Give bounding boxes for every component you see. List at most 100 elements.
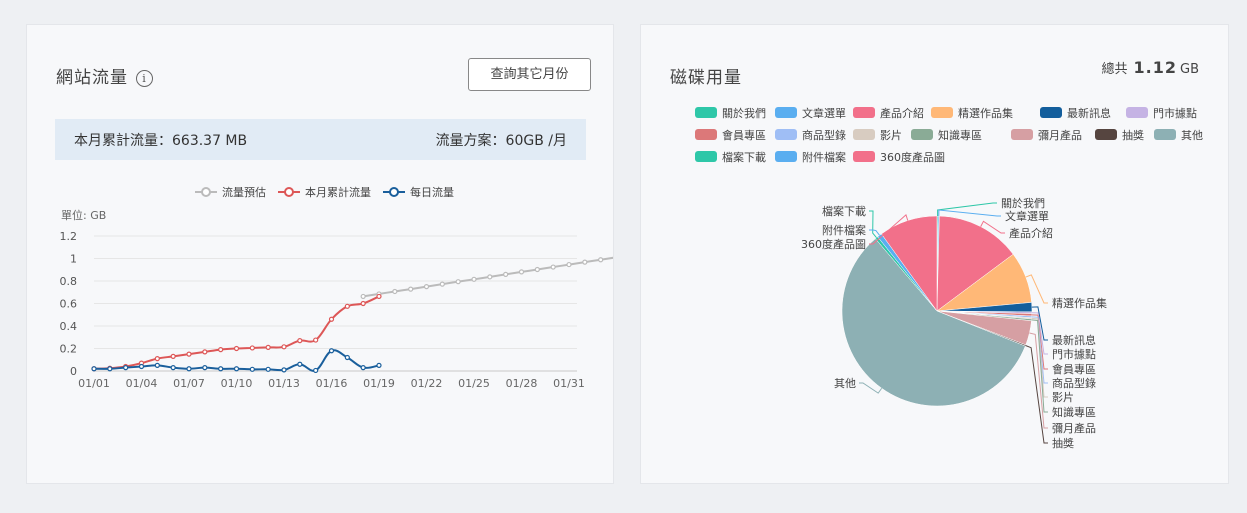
data-point[interactable] [376,362,382,368]
data-point[interactable] [360,300,366,307]
query-other-months-button[interactable]: 查詢其它月份 [468,58,591,91]
legend-text: 文章選單 [802,107,846,120]
data-point[interactable] [170,353,176,359]
data-point[interactable] [503,271,509,277]
unit-label: 單位: GB [61,208,106,222]
data-point[interactable] [233,345,240,352]
x-tick-label: 01/28 [506,377,538,390]
data-point[interactable] [455,279,461,285]
pie-legend-item[interactable]: 抽獎 [1095,127,1144,143]
pie-label[interactable]: 抽獎 [1052,436,1074,450]
data-point[interactable] [249,366,255,372]
data-point[interactable] [91,366,97,372]
pie-label[interactable]: 檔案下載 [822,204,866,218]
data-point[interactable] [313,337,319,343]
data-point[interactable] [202,349,208,355]
data-point[interactable] [265,344,271,350]
pie-legend-item[interactable]: 會員專區 [695,127,766,143]
data-point[interactable] [550,264,556,270]
pie-label[interactable]: 門市據點 [1052,347,1096,361]
data-point[interactable] [297,338,303,344]
data-point[interactable] [598,257,604,263]
data-point[interactable] [107,366,113,372]
data-point[interactable] [408,286,414,292]
data-point[interactable] [328,348,335,354]
pie-legend-item[interactable]: 其他 [1154,127,1203,143]
data-point[interactable] [313,367,319,374]
pie-legend-item[interactable]: 最新訊息 [1040,105,1111,121]
pie-legend-item[interactable]: 彌月產品 [1011,127,1082,143]
data-point[interactable] [123,365,129,371]
pie-legend-item[interactable]: 附件檔案 [775,149,846,165]
legend-label-0[interactable]: 流量預估 [222,185,266,199]
pie-label[interactable]: 最新訊息 [1052,333,1096,347]
data-point[interactable] [360,365,366,371]
pie-label[interactable]: 附件檔案 [822,223,866,237]
data-point[interactable] [170,365,176,371]
data-point[interactable] [186,351,192,357]
data-point[interactable] [518,269,525,275]
pie-label[interactable]: 其他 [834,377,856,390]
data-point[interactable] [439,281,445,287]
data-point[interactable] [423,284,430,290]
data-point[interactable] [566,261,572,268]
legend-text: 附件檔案 [802,151,846,164]
data-point[interactable] [138,363,145,370]
pie-label[interactable]: 精選作品集 [1052,296,1107,310]
data-point[interactable] [360,293,366,300]
pie-label[interactable]: 影片 [1052,391,1074,404]
legend-label-1[interactable]: 本月累計流量 [305,185,371,199]
info-icon[interactable]: i [136,70,153,87]
data-point[interactable] [344,354,350,361]
legend-label-2[interactable]: 每日流量 [410,185,454,199]
pie-label[interactable]: 關於我們 [1001,196,1045,210]
pie-legend-item[interactable]: 文章選單 [775,105,846,121]
pie-label[interactable]: 彌月產品 [1052,421,1096,435]
data-point[interactable] [249,345,255,351]
data-point[interactable] [376,293,382,300]
data-point[interactable] [265,366,271,372]
data-point[interactable] [154,356,160,362]
data-point[interactable] [281,344,287,350]
pie-label-line [1029,332,1048,429]
pie-legend-item[interactable]: 產品介紹 [853,105,924,121]
pie-legend-item[interactable]: 精選作品集 [931,105,1013,121]
pie-legend-item[interactable]: 360度產品圖 [853,149,945,165]
data-point[interactable] [534,266,540,273]
y-tick-label: 0 [70,365,77,378]
data-point[interactable] [582,259,588,265]
data-point[interactable] [218,366,224,372]
legend-swatch [695,107,717,118]
data-point[interactable] [297,361,303,367]
disk-usage-card: 磁碟用量 總共 1.12 GB 關於我們 文章選單 產品介紹 精選作品集 最新訊息 門市據點會… [640,24,1229,484]
pie-legend-item[interactable]: 影片 [853,127,902,143]
pie-legend-item[interactable]: 關於我們 [695,105,766,121]
pie-label[interactable]: 文章選單 [1005,209,1049,223]
data-point[interactable] [281,367,287,373]
legend-swatch [853,151,875,162]
data-point[interactable] [233,366,240,372]
pie-label[interactable]: 知識專區 [1052,405,1096,419]
x-tick-label: 01/22 [411,377,443,390]
data-point[interactable] [218,347,224,353]
pie-legend-item[interactable]: 檔案下載 [695,149,766,165]
data-point[interactable] [186,366,192,372]
traffic-plan: 流量方案：60GB /月 [435,133,567,149]
data-point[interactable] [471,276,477,282]
pie-label[interactable]: 產品介紹 [1009,226,1053,240]
data-point[interactable] [202,365,208,371]
pie-label[interactable]: 360度產品圖 [801,237,866,251]
data-point[interactable] [487,274,493,280]
data-point[interactable] [344,303,350,309]
traffic-summary-bar: 本月累計流量：663.37 MB 流量方案：60GB /月 [55,119,586,160]
legend-text: 抽獎 [1122,129,1144,142]
pie-legend-item[interactable]: 商品型錄 [775,127,846,143]
data-point[interactable] [328,316,335,322]
pie-legend-item[interactable]: 門市據點 [1126,105,1197,121]
data-point[interactable] [154,362,160,368]
data-point[interactable] [392,288,398,295]
pie-label[interactable]: 商品型錄 [1052,376,1096,390]
disk-pie-chart: 關於我們文章選單產品介紹精選作品集最新訊息門市據點會員專區商品型錄影片知識專區彌… [801,196,1107,450]
pie-label[interactable]: 會員專區 [1052,362,1096,376]
pie-legend-item[interactable]: 知識專區 [911,127,982,143]
